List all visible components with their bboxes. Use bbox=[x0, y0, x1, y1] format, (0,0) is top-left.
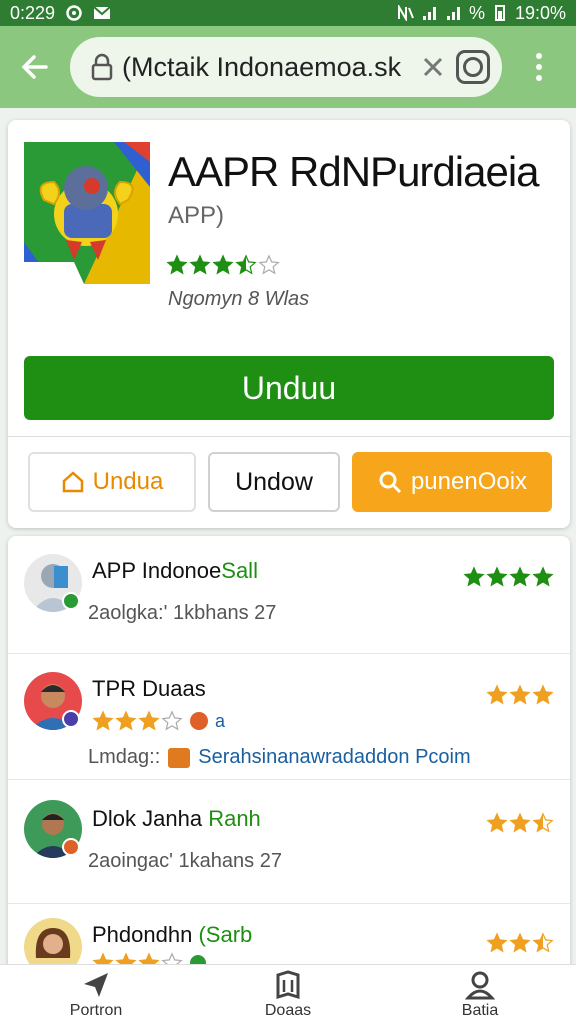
review-stars bbox=[486, 932, 554, 959]
star-icon bbox=[509, 932, 531, 953]
nfc-icon bbox=[397, 5, 414, 21]
app-card: AAPR RdNPurdiaeia APP) Ngomyn 8 Wlas Und… bbox=[8, 120, 570, 528]
star-icon bbox=[92, 710, 114, 731]
review-meta: Lmdag:: Serahsinanawradaddon Pcoim bbox=[88, 746, 471, 769]
reviewer-name: Phdondhn (Sarb bbox=[92, 922, 253, 947]
review-item[interactable]: Dlok Janha Ranh 2aoingac' 1kahans 27 bbox=[8, 780, 570, 904]
star-icon bbox=[235, 254, 257, 275]
orange-badge-icon bbox=[190, 712, 208, 730]
review-item[interactable]: TPR Duaas a Lmdag:: Serahsinanawradaddon… bbox=[8, 654, 570, 780]
star-icon bbox=[161, 710, 183, 731]
person-icon bbox=[465, 971, 495, 999]
status-signal-text: % bbox=[468, 2, 485, 23]
reviewer-name: TPR Duaas bbox=[92, 676, 206, 701]
reviews-card: APP IndonoeSall 2aolgka:' 1kbhans 27 TPR… bbox=[8, 536, 570, 976]
review-item[interactable]: APP IndonoeSall 2aolgka:' 1kbhans 27 bbox=[8, 536, 570, 654]
star-icon bbox=[509, 812, 531, 833]
star-icon bbox=[486, 566, 508, 587]
reviewer-name: APP IndonoeSall bbox=[92, 558, 258, 583]
more-vert-icon[interactable] bbox=[502, 26, 576, 108]
star-icon bbox=[532, 566, 554, 587]
send-icon bbox=[84, 972, 108, 997]
clear-icon[interactable] bbox=[422, 56, 444, 78]
search-action-button[interactable]: punenOoix bbox=[352, 452, 552, 512]
star-icon bbox=[532, 812, 554, 833]
review-meta: 2aolgka:' 1kbhans 27 bbox=[88, 602, 277, 624]
review-stars bbox=[486, 812, 554, 839]
nav-label: Batia bbox=[461, 1001, 499, 1019]
nav-label: Portron bbox=[69, 1001, 123, 1019]
review-stars bbox=[486, 684, 554, 711]
verified-badge-icon bbox=[62, 710, 80, 728]
reviewer-name: Dlok Janha Ranh bbox=[92, 806, 261, 831]
star-icon bbox=[509, 566, 531, 587]
home-icon bbox=[62, 471, 83, 493]
battery-icon bbox=[494, 5, 505, 21]
star-icon bbox=[486, 812, 508, 833]
book-icon bbox=[276, 969, 300, 999]
inline-rating: a bbox=[92, 710, 225, 732]
star-icon bbox=[258, 254, 280, 275]
verified-badge-icon bbox=[62, 838, 80, 856]
star-icon bbox=[532, 932, 554, 953]
install-button[interactable]: Unduu bbox=[24, 356, 554, 420]
browser-toolbar: (Mctaik Indonaemoa.sk bbox=[0, 26, 576, 108]
search-action-label: punenOoix bbox=[410, 468, 528, 495]
app-rating bbox=[166, 254, 280, 281]
circle-notification-icon bbox=[66, 5, 82, 21]
nav-item-portron[interactable]: Portron bbox=[0, 965, 192, 1024]
undow-button[interactable]: Undow bbox=[208, 452, 340, 512]
url-field[interactable]: (Mctaik Indonaemoa.sk bbox=[70, 37, 502, 97]
star-icon bbox=[115, 710, 137, 731]
review-meta: 2aoingac' 1kahans 27 bbox=[88, 850, 282, 872]
url-text: (Mctaik Indonaemoa.sk bbox=[122, 51, 402, 82]
calendar-icon bbox=[168, 747, 191, 768]
review-stars bbox=[463, 566, 554, 593]
review-link[interactable]: Serahsinanawradaddon Pcoim bbox=[198, 746, 470, 769]
nav-item-doaas[interactable]: Doaas bbox=[192, 965, 384, 1024]
undua-button[interactable]: Undua bbox=[28, 452, 196, 512]
star-icon bbox=[138, 710, 160, 731]
star-icon bbox=[486, 932, 508, 953]
star-icon bbox=[166, 254, 188, 275]
undua-label: Undua bbox=[92, 468, 164, 495]
star-icon bbox=[509, 684, 531, 705]
arrow-left-icon bbox=[21, 55, 48, 79]
star-icon bbox=[486, 684, 508, 705]
star-icon bbox=[212, 254, 234, 275]
verified-badge-icon bbox=[62, 592, 80, 610]
star-icon bbox=[189, 254, 211, 275]
signal-2-icon bbox=[446, 7, 460, 20]
status-time: 0:229 bbox=[10, 2, 56, 23]
bottom-nav: Portron Doaas Batia bbox=[0, 964, 576, 1024]
tabs-icon[interactable] bbox=[456, 50, 490, 84]
action-buttons: Undua Undow punenOoix bbox=[28, 452, 552, 512]
app-title: AAPR RdNPurdiaeia bbox=[168, 148, 540, 195]
divider bbox=[8, 436, 570, 437]
mail-notification-icon bbox=[93, 6, 111, 19]
nav-label: Doaas bbox=[264, 1001, 312, 1019]
status-bar: 0:229 % 19:0% bbox=[0, 0, 576, 26]
rating-stars bbox=[166, 254, 280, 276]
back-button[interactable] bbox=[0, 26, 70, 108]
search-icon bbox=[379, 471, 402, 494]
star-icon bbox=[463, 566, 485, 587]
developer-name: Ngomyn 8 Wlas bbox=[168, 288, 310, 310]
status-battery: 19:0% bbox=[514, 2, 566, 23]
star-icon bbox=[532, 684, 554, 705]
app-subtitle: APP) bbox=[168, 202, 225, 229]
signal-icon bbox=[422, 7, 436, 20]
app-icon bbox=[24, 142, 150, 284]
nav-item-batia[interactable]: Batia bbox=[384, 965, 576, 1024]
lock-icon bbox=[91, 53, 113, 81]
